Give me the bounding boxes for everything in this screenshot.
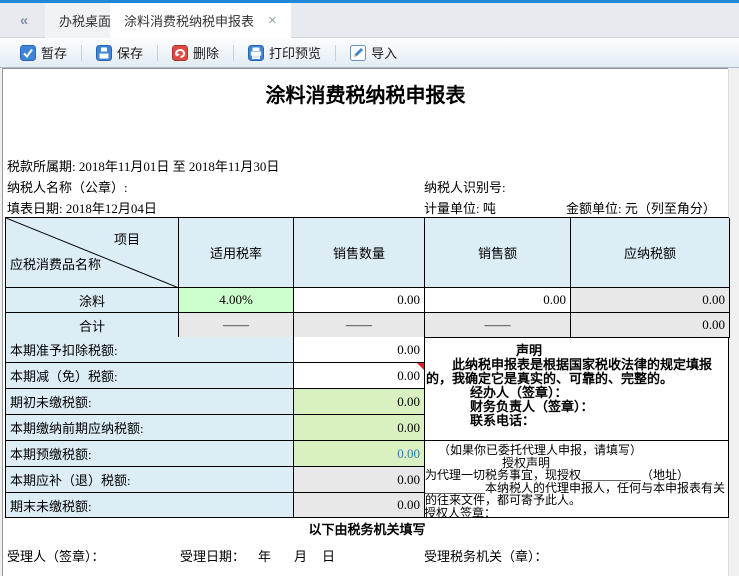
field-prepaid-label: 本期预缴税额: [6,441,294,467]
tax-period: 税款所属期: 2018年11月01日 至 2018年11月30日 [7,156,279,175]
page-title: 涂料消费税纳税申报表 [3,79,728,108]
accept-date-label: 受理日期： [180,546,245,565]
declaration-body: 此纳税申报表是根据国家税收法律的规定填报的，我确定它是真实的、可靠的、完整的。 [424,358,728,386]
row-total-quantity: —— [294,313,425,338]
measure-unit-label: 计量单位: 吨 [424,198,496,217]
delete-button[interactable]: 删除 [168,41,223,64]
declaration-panel: 声明 此纳税申报表是根据国家税收法律的规定填报的，我确定它是真实的、可靠的、完整… [424,337,729,441]
taxpayer-name-label: 纳税人名称（公章）: [7,177,128,196]
declaration-phone-label: 联系电话： [470,414,728,428]
field-prior-period-paid-label: 本期缴纳前期应纳税额: [6,415,294,441]
authorization-body: 为代理一切税务事宜，现授权__________（地址）__________本纳税… [424,469,728,507]
toolbar-separator [233,45,234,61]
import-label: 导入 [371,43,397,62]
tab-paint-tax-form[interactable]: 涂料消费税纳税申报表 × [110,3,291,38]
accept-date-year: 年 [258,546,271,565]
row-total-name: 合计 [6,313,179,338]
field-opening-unpaid-label: 期初未缴税额: [6,389,294,415]
row-paint-sales-input[interactable]: 0.00 [425,288,571,313]
tab-bar: « 办税桌面 涂料消费税纳税申报表 × [0,3,739,38]
collapse-tabs-icon[interactable]: « [14,12,34,30]
tax-items-table: 项目 应税消费品名称 适用税率 销售数量 销售额 应纳税额 涂料 4.00% 0… [5,217,729,338]
save-label: 保存 [117,43,143,62]
tax-authority-section-title: 以下由税务机关填写 [5,518,729,540]
field-reduction-label: 本期减（免）税额: [6,363,294,389]
fill-date-label: 填表日期: [7,201,63,216]
accept-date-month: 月 [294,546,307,565]
authority-label: 受理税务机关（章）： [424,546,548,565]
delete-label: 删除 [193,43,219,62]
toolbar-separator [157,45,158,61]
print-preview-button[interactable]: 打印预览 [244,41,325,64]
field-ending-unpaid-value: 0.00 [294,493,425,518]
declaration-handler-label: 经办人（签章）： [470,386,728,400]
field-prior-period-paid-value: 0.00 [294,415,425,441]
field-payable-refund-label: 本期应补（退）税额: [6,467,294,493]
col-header-tax: 应纳税额 [571,218,730,288]
summary-fields: 本期准予扣除税额: 0.00 本期减（免）税额: 0.00 期初未缴税额: 0.… [5,337,425,518]
row-paint-rate: 4.00% [179,288,294,313]
declaration-finance-label: 财务负责人（签章）： [470,400,728,414]
row-total-tax-value: 0.00 [571,313,730,338]
amount-unit-label: 金额单位: 元（列至角分） [566,198,716,217]
field-opening-unpaid-value: 0.00 [294,389,425,415]
table-corner-cell: 项目 应税消费品名称 [6,218,179,288]
col-header-sales: 销售额 [425,218,571,288]
field-prepaid-input[interactable]: 0.00 [294,441,425,467]
toolbar-separator [335,45,336,61]
tempsave-label: 暂存 [41,43,67,62]
tab-label: 办税桌面 [59,11,111,30]
row-paint-name: 涂料 [6,288,179,313]
import-button[interactable]: 导入 [346,41,401,64]
tab-label: 涂料消费税纳税申报表 [124,11,254,30]
tempsave-button[interactable]: 暂存 [16,41,71,64]
declaration-title: 声明 [516,344,728,358]
authorization-hint: （如果你已委托代理人申报，请填写） [438,444,728,457]
authorization-sign-label: 授权人签章： [424,507,728,519]
print-preview-label: 打印预览 [269,43,321,62]
save-icon [96,45,112,61]
corner-label-product: 应税消费品名称 [10,254,101,273]
taxpayer-id-label: 纳税人识别号: [424,177,506,196]
fill-date: 填表日期: 2018年12月04日 [7,198,157,217]
row-total-rate: —— [179,313,294,338]
tax-period-value: 2018年11月01日 至 2018年11月30日 [79,159,280,174]
print-preview-icon [248,45,264,61]
acceptor-label: 受理人（签章）： [7,546,105,565]
diagonal-line [6,218,179,288]
corner-label-item: 项目 [114,229,140,248]
field-deductible-label: 本期准予扣除税额: [6,337,294,363]
field-deductible-input[interactable]: 0.00 [294,337,425,363]
row-total-sales: —— [425,313,571,338]
row-paint-tax-value: 0.00 [571,288,730,313]
authorization-panel: （如果你已委托代理人申报，请填写） 授权声明 为代理一切税务事宜，现授权____… [424,441,729,518]
save-button[interactable]: 保存 [92,41,147,64]
field-reduction-input[interactable]: 0.00 [294,363,425,389]
col-header-rate: 适用税率 [179,218,294,288]
accept-date-day: 日 [322,546,335,565]
toolbar-separator [81,45,82,61]
delete-icon [172,45,188,61]
app-window: « 办税桌面 涂料消费税纳税申报表 × 暂存 保存 删除 打印预览 [0,0,739,576]
tax-authority-row: 受理人（签章）： 受理日期： 年 月 日 受理税务机关（章）： [0,546,729,566]
close-icon[interactable]: × [268,14,277,27]
tempsave-icon [20,45,36,61]
row-paint-quantity-input[interactable]: 0.00 [294,288,425,313]
fill-date-value: 2018年12月04日 [66,201,157,216]
toolbar: 暂存 保存 删除 打印预览 导入 [0,38,739,68]
tax-period-label: 税款所属期: [7,159,76,174]
col-header-quantity: 销售数量 [294,218,425,288]
field-payable-refund-value: 0.00 [294,467,425,493]
field-ending-unpaid-label: 期末未缴税额: [6,493,294,518]
import-icon [350,45,366,61]
